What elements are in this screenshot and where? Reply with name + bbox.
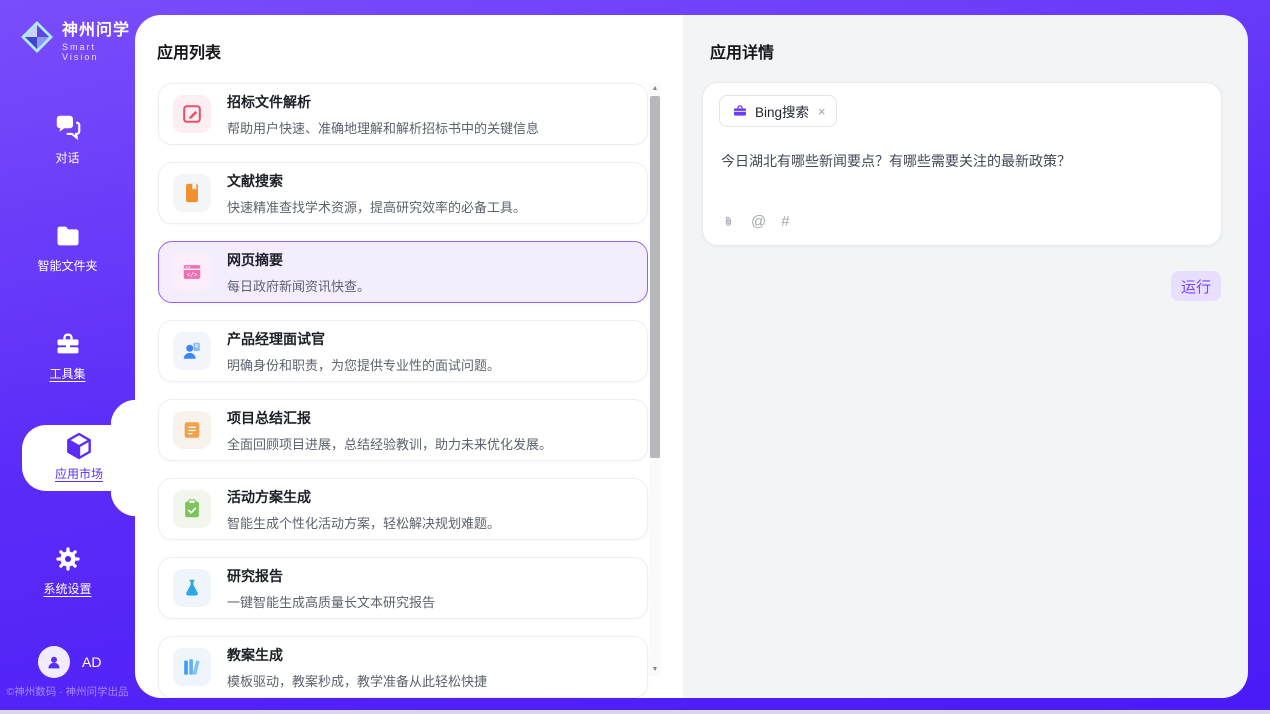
active-tab-top-curve [111, 400, 136, 425]
app-item-desc: 模板驱动，教案秒成，教学准备从此轻松快捷 [227, 671, 487, 690]
app-list-scrollbar[interactable]: ▲ ▼ [649, 83, 661, 676]
sidebar-item-label: 工具集 [49, 367, 85, 381]
edit-doc-icon [173, 95, 211, 133]
app-item-desc: 明确身份和职责，为您提供专业性的面试问题。 [227, 355, 500, 374]
app-item-desc: 全面回顾项目进展，总结经验教训，助力未来优化发展。 [227, 434, 552, 453]
app-list-item-pm-interviewer[interactable]: 产品经理面试官 明确身份和职责，为您提供专业性的面试问题。 [158, 320, 648, 382]
prompt-card[interactable]: Bing搜索 × 今日湖北有哪些新闻要点？有哪些需要关注的最新政策？ @ # [702, 82, 1222, 246]
avatar[interactable] [38, 646, 70, 678]
scrollbar-down-icon[interactable]: ▼ [649, 664, 661, 676]
app-item-name: 招标文件解析 [227, 92, 539, 112]
app-list-item-research-report[interactable]: 研究报告 一键智能生成高质量长文本研究报告 [158, 557, 648, 619]
app-item-name: 网页摘要 [227, 250, 370, 270]
app-item-name: 产品经理面试官 [227, 329, 500, 349]
app-list: 招标文件解析 帮助用户快速、准确地理解和解析招标书中的关键信息 文献搜索 快速精… [158, 83, 648, 698]
app-list-item-project-summary[interactable]: 项目总结汇报 全面回顾项目进展，总结经验教训，助力未来优化发展。 [158, 399, 648, 461]
app-item-desc: 每日政府新闻资讯快查。 [227, 276, 370, 295]
cube-icon [22, 430, 136, 462]
app-list-item-literature-search[interactable]: 文献搜索 快速精准查找学术资源，提高研究效率的必备工具。 [158, 162, 648, 224]
active-tab-bottom-curve [111, 491, 136, 516]
app-item-desc: 快速精准查找学术资源，提高研究效率的必备工具。 [227, 197, 526, 216]
run-button[interactable]: 运行 [1171, 271, 1221, 301]
tag-label: Bing搜索 [755, 101, 809, 121]
app-detail-panel: 应用详情 Bing搜索 × 今日湖北有哪些新闻要点？有哪些需要关注的最新政策？ [683, 15, 1248, 698]
app-list-item-web-summary[interactable]: </> 网页摘要 每日政府新闻资讯快查。 [158, 241, 648, 303]
brand-subtitle: Smart Vision [62, 42, 135, 62]
gear-icon [0, 545, 135, 573]
app-list-item-lesson-plan[interactable]: 教案生成 模板驱动，教案秒成，教学准备从此轻松快捷 [158, 636, 648, 698]
app-list-title: 应用列表 [157, 39, 221, 63]
sidebar-item-app-market[interactable]: 应用市场 [22, 425, 136, 491]
scrollbar-up-icon[interactable]: ▲ [649, 83, 661, 95]
flask-icon [173, 569, 211, 607]
report-note-icon [173, 411, 211, 449]
app-list-item-event-plan[interactable]: 活动方案生成 智能生成个性化活动方案，轻松解决规划难题。 [158, 478, 648, 540]
paperclip-icon[interactable] [721, 213, 736, 230]
at-icon[interactable]: @ [751, 213, 766, 230]
input-toolbar: @ # [721, 213, 790, 230]
sidebar-item-settings[interactable]: 系统设置 [0, 545, 135, 598]
app-item-name: 项目总结汇报 [227, 408, 552, 428]
sidebar-footer: ©神州数码 · 神州问学出品 [0, 684, 135, 699]
tag-remove-icon[interactable]: × [818, 104, 826, 119]
sidebar-item-chat[interactable]: 对话 [0, 112, 135, 167]
sidebar-item-label: 应用市场 [55, 467, 103, 481]
svg-text:</>: </> [187, 271, 198, 278]
sidebar-item-toolset[interactable]: 工具集 [0, 330, 135, 383]
brand-name: 神州问学 [62, 16, 135, 40]
sidebar-item-label: 系统设置 [43, 582, 91, 596]
clipboard-check-icon [173, 490, 211, 528]
sidebar-item-label: 对话 [55, 151, 79, 165]
hash-icon[interactable]: # [781, 213, 789, 230]
toolbox-icon [0, 330, 135, 358]
chat-icon [0, 112, 135, 142]
sidebar-item-smart-folder[interactable]: 智能文件夹 [0, 222, 135, 275]
prompt-input[interactable]: 今日湖北有哪些新闻要点？有哪些需要关注的最新政策？ [721, 151, 1201, 171]
books-icon [173, 648, 211, 686]
interviewer-icon [173, 332, 211, 370]
briefcase-icon [732, 103, 748, 119]
user-name: AD [82, 654, 101, 670]
book-icon [173, 174, 211, 212]
folder-icon [0, 222, 135, 250]
tool-tag-bing-search[interactable]: Bing搜索 × [719, 95, 837, 127]
user-row[interactable]: AD [38, 646, 101, 678]
app-detail-title: 应用详情 [710, 39, 774, 63]
sidebar-item-label: 智能文件夹 [37, 259, 97, 273]
brand-logo-icon [20, 20, 54, 59]
app-item-desc: 智能生成个性化活动方案，轻松解决规划难题。 [227, 513, 500, 532]
main-content: 应用列表 招标文件解析 帮助用户快速、准确地理解和解析招标书中的关键信息 [135, 15, 1248, 698]
scrollbar-thumb[interactable] [650, 96, 660, 458]
app-item-desc: 一键智能生成高质量长文本研究报告 [227, 592, 435, 611]
app-item-name: 活动方案生成 [227, 487, 500, 507]
bottom-edge-strip [0, 710, 1270, 714]
app-item-name: 教案生成 [227, 645, 487, 665]
web-code-icon: </> [173, 253, 211, 291]
app-item-name: 研究报告 [227, 566, 435, 586]
app-list-panel: 应用列表 招标文件解析 帮助用户快速、准确地理解和解析招标书中的关键信息 [135, 15, 683, 698]
sidebar: 神州问学 Smart Vision 对话 智能文件夹 [0, 0, 135, 714]
brand: 神州问学 Smart Vision [20, 16, 135, 62]
app-item-desc: 帮助用户快速、准确地理解和解析招标书中的关键信息 [227, 118, 539, 137]
app-item-name: 文献搜索 [227, 171, 526, 191]
app-list-item-bid-analysis[interactable]: 招标文件解析 帮助用户快速、准确地理解和解析招标书中的关键信息 [158, 83, 648, 145]
